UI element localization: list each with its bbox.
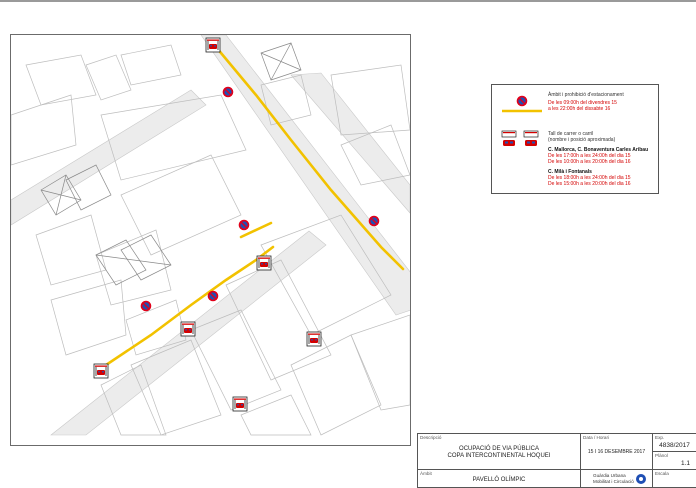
planol-cell: Plànol 1.1 bbox=[653, 452, 696, 470]
dept-line-2: Mobilitat i Circulació bbox=[593, 479, 634, 484]
planol-value: 1.1 bbox=[680, 460, 690, 467]
no-parking-sign-icon bbox=[206, 290, 220, 302]
top-rule bbox=[0, 0, 696, 2]
closure-subtitle: (nombre i posició aproximada) bbox=[548, 137, 616, 143]
ambit-label: Àmbit bbox=[420, 471, 432, 476]
department-cell: Guàrdia Urbana Mobilitat i Circulació bbox=[581, 470, 653, 488]
map-canvas bbox=[11, 35, 410, 436]
group1-time-2: De les 10:00h a les 20:00h del dia 16 bbox=[548, 159, 631, 165]
road-barrier-icon bbox=[232, 396, 248, 412]
no-parking-time-2: a les 22:00h del dissabte 16 bbox=[548, 106, 611, 112]
road-barrier-icon bbox=[180, 321, 196, 337]
no-parking-sign-icon bbox=[221, 85, 235, 99]
closure-legend-symbol bbox=[501, 130, 539, 146]
exp-value: 4838/2017 bbox=[659, 442, 690, 449]
planol-label: Plànol bbox=[655, 453, 668, 458]
ambit-cell: Àmbit PAVELLÓ OLÍMPIC bbox=[418, 470, 581, 488]
no-parking-sign-icon bbox=[516, 95, 528, 107]
no-parking-title: Àmbit i prohibició d'estacionament bbox=[548, 92, 624, 98]
descripcio-label: Descripció bbox=[420, 435, 442, 440]
no-parking-sign-icon bbox=[139, 300, 153, 312]
map-legend: Àmbit i prohibició d'estacionament De le… bbox=[491, 84, 659, 194]
road-barrier-icon bbox=[501, 130, 539, 138]
exp-label: Exp. bbox=[655, 435, 665, 440]
road-barrier-icon bbox=[93, 363, 109, 379]
title-block: Descripció OCUPACIÓ DE VIA PÚBLICA COPA … bbox=[417, 433, 696, 488]
ambit-value: PAVELLÓ OLÍMPIC bbox=[472, 477, 526, 483]
road-barrier-icon bbox=[256, 255, 272, 271]
descripcio-cell: Descripció OCUPACIÓ DE VIA PÚBLICA COPA … bbox=[418, 434, 581, 470]
descripcio-line-2: COPA INTERCONTINENTAL HOQUEI bbox=[447, 453, 551, 459]
street-map bbox=[10, 34, 411, 446]
police-car-icon bbox=[503, 140, 537, 146]
road-barrier-icon bbox=[306, 331, 322, 347]
group2-time-2: De les 15:00h a les 20:00h del dia 16 bbox=[548, 181, 631, 187]
escala-label: Escala bbox=[655, 471, 669, 476]
closure-barriers bbox=[93, 37, 322, 412]
city-logo-icon bbox=[636, 474, 646, 484]
data-label: Data / Horari bbox=[583, 435, 610, 440]
road-barrier-icon bbox=[205, 37, 221, 53]
descripcio-line-1: OCUPACIÓ DE VIA PÚBLICA bbox=[459, 446, 539, 452]
no-parking-legend-symbol bbox=[502, 95, 542, 113]
no-parking-sign-icon bbox=[368, 214, 380, 228]
no-parking-sign-icon bbox=[237, 218, 251, 232]
data-cell: Data / Horari 15 I 16 DESEMBRE 2017 bbox=[581, 434, 653, 470]
exp-cell: Exp. 4838/2017 bbox=[653, 434, 696, 452]
data-value: 15 I 16 DESEMBRE 2017 bbox=[587, 449, 646, 455]
dept-line-1: Guàrdia Urbana bbox=[593, 473, 626, 478]
escala-cell: Escala bbox=[653, 470, 696, 488]
